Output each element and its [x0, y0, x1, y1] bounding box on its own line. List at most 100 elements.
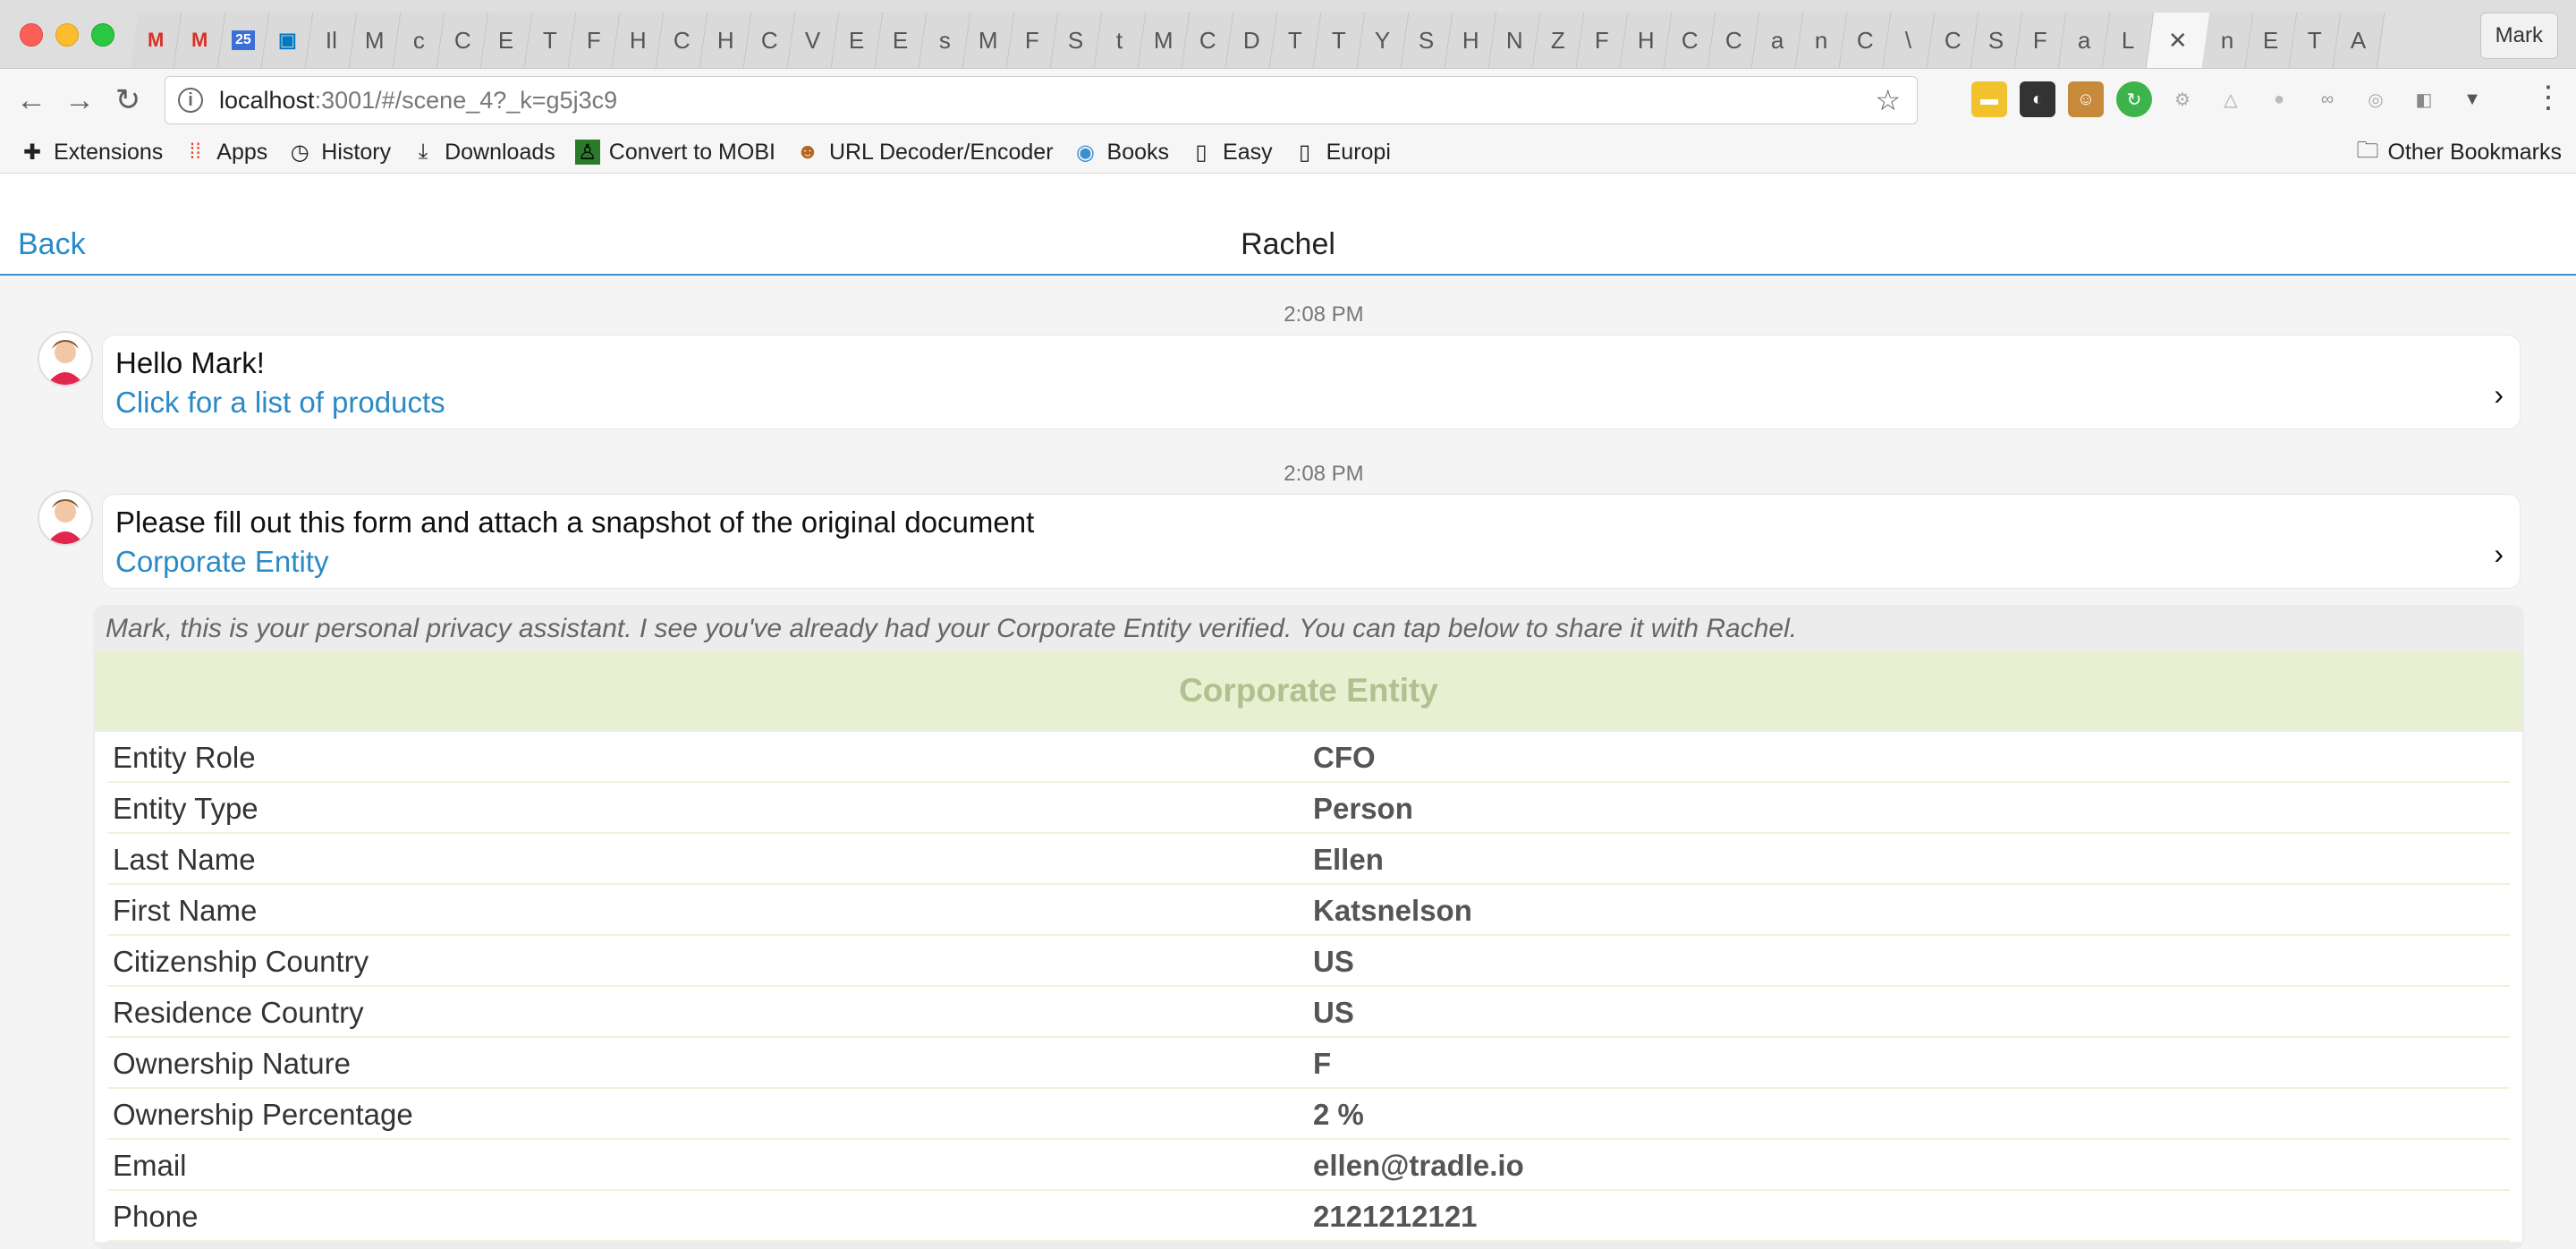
- browser-tab[interactable]: H: [1445, 13, 1497, 68]
- browser-tab[interactable]: M: [349, 13, 402, 68]
- browser-tab[interactable]: T: [1269, 13, 1322, 68]
- browser-tab[interactable]: L: [2102, 13, 2155, 68]
- browser-tab[interactable]: s: [919, 13, 971, 68]
- tab-favicon: M: [1154, 26, 1174, 54]
- browser-tab[interactable]: C: [1182, 13, 1234, 68]
- privacy-assistant-text: Mark, this is your personal privacy assi…: [106, 614, 1798, 643]
- browser-tab[interactable]: E: [2245, 13, 2298, 68]
- browser-tab[interactable]: T: [2289, 13, 2342, 68]
- browser-tab[interactable]: ▣: [261, 13, 314, 68]
- bookmark-convert-mobi[interactable]: ♙ Convert to MOBI: [574, 140, 775, 166]
- browser-tab[interactable]: Il: [305, 13, 358, 68]
- zoom-window-button[interactable]: [91, 23, 114, 47]
- pocket-icon[interactable]: ▼: [2454, 81, 2490, 117]
- tab-favicon: F: [1595, 26, 1609, 54]
- browser-menu-icon[interactable]: ⋮: [2533, 80, 2563, 115]
- bookmark-history[interactable]: ◷ History: [287, 140, 391, 166]
- bookmark-downloads[interactable]: ⤓ Downloads: [411, 140, 555, 166]
- tab-favicon: H: [629, 26, 647, 54]
- browser-tab[interactable]: F: [1006, 13, 1059, 68]
- extension-circle-icon[interactable]: ◎: [2358, 81, 2394, 117]
- browser-tab[interactable]: V: [787, 13, 840, 68]
- browser-tab[interactable]: C: [1707, 13, 1760, 68]
- browser-tab[interactable]: F: [1576, 13, 1629, 68]
- browser-tab[interactable]: \: [1883, 13, 1936, 68]
- browser-tab[interactable]: c: [393, 13, 445, 68]
- profile-button[interactable]: Mark: [2479, 13, 2558, 59]
- bookmark-easy[interactable]: ▯ Easy: [1189, 140, 1272, 166]
- close-window-button[interactable]: [20, 23, 43, 47]
- browser-tab[interactable]: M: [962, 13, 1015, 68]
- message-bubble[interactable]: Hello Mark! Click for a list of products…: [102, 335, 2521, 429]
- url-host: localhost: [219, 86, 315, 114]
- message-bubble[interactable]: Please fill out this form and attach a s…: [102, 494, 2521, 589]
- active-tab[interactable]: ✕: [2146, 13, 2210, 68]
- browser-tab[interactable]: Z: [1532, 13, 1585, 68]
- browser-tab[interactable]: C: [1839, 13, 1892, 68]
- browser-tab[interactable]: S: [1050, 13, 1103, 68]
- bookmark-books[interactable]: ◉ Books: [1073, 140, 1169, 166]
- browser-tab[interactable]: 25: [217, 13, 270, 68]
- minimize-window-button[interactable]: [55, 23, 79, 47]
- browser-tab[interactable]: H: [699, 13, 752, 68]
- shared-form-card[interactable]: Mark, this is your personal privacy assi…: [93, 605, 2524, 1249]
- tab-favicon: a: [1770, 26, 1784, 54]
- avatar: [38, 331, 93, 387]
- browser-tab[interactable]: n: [1795, 13, 1848, 68]
- products-link[interactable]: Click for a list of products: [115, 386, 445, 420]
- browser-tab[interactable]: C: [656, 13, 708, 68]
- browser-tab[interactable]: a: [2058, 13, 2111, 68]
- back-arrow-icon[interactable]: ←: [11, 80, 52, 121]
- extension-glasses-icon[interactable]: ◐: [2020, 81, 2055, 117]
- browser-tab[interactable]: Y: [1357, 13, 1410, 68]
- info-icon[interactable]: i: [178, 88, 203, 113]
- browser-tab[interactable]: H: [1620, 13, 1673, 68]
- browser-tab[interactable]: M: [174, 13, 226, 68]
- bookmark-extensions[interactable]: ✚ Extensions: [20, 140, 163, 166]
- browser-tab[interactable]: F: [568, 13, 621, 68]
- browser-tab[interactable]: E: [831, 13, 884, 68]
- bookmark-url-decoder[interactable]: ☻ URL Decoder/Encoder: [795, 140, 1053, 166]
- corporate-entity-link[interactable]: Corporate Entity: [115, 545, 328, 579]
- browser-tab[interactable]: M: [130, 13, 182, 68]
- other-bookmarks[interactable]: 🗀 Other Bookmarks: [2356, 132, 2562, 173]
- browser-tab[interactable]: E: [875, 13, 928, 68]
- browser-tab[interactable]: D: [1225, 13, 1278, 68]
- bookmark-star-icon[interactable]: ☆: [1875, 83, 1901, 117]
- browser-tab[interactable]: T: [524, 13, 577, 68]
- browser-tab[interactable]: T: [1313, 13, 1366, 68]
- address-bar[interactable]: i localhost:3001/#/scene_4?_k=g5j3c9 ☆: [165, 76, 1918, 124]
- extension-drive-icon[interactable]: △: [2213, 81, 2249, 117]
- tab-favicon: a: [2077, 26, 2091, 54]
- browser-tab[interactable]: C: [1664, 13, 1716, 68]
- message-timestamp: 2:08 PM: [1284, 462, 1364, 486]
- browser-tab[interactable]: C: [743, 13, 796, 68]
- extension-notes-icon[interactable]: ▬: [1971, 81, 2007, 117]
- bookmark-apps[interactable]: ⁞⁞ Apps: [182, 140, 268, 166]
- browser-tab[interactable]: N: [1488, 13, 1541, 68]
- browser-tab[interactable]: a: [1751, 13, 1804, 68]
- browser-tab[interactable]: F: [2014, 13, 2067, 68]
- browser-tab[interactable]: C: [436, 13, 489, 68]
- browser-tab[interactable]: S: [1970, 13, 2023, 68]
- form-row: Ownership Nature F: [107, 1038, 2510, 1089]
- browser-tab[interactable]: n: [2201, 13, 2254, 68]
- bookmark-europi[interactable]: ▯ Europi: [1292, 140, 1391, 166]
- extension-square-icon[interactable]: ◧: [2406, 81, 2442, 117]
- browser-tab[interactable]: M: [1138, 13, 1191, 68]
- extension-grid-icon[interactable]: ⚙: [2165, 81, 2200, 117]
- browser-tab[interactable]: C: [1927, 13, 1979, 68]
- browser-tab[interactable]: S: [1401, 13, 1453, 68]
- browser-tab[interactable]: H: [612, 13, 665, 68]
- tab-close-icon[interactable]: ✕: [2168, 27, 2188, 55]
- forward-arrow-icon[interactable]: →: [59, 80, 100, 121]
- browser-tab[interactable]: E: [480, 13, 533, 68]
- browser-tab[interactable]: A: [2333, 13, 2385, 68]
- extension-link-icon[interactable]: ∞: [2309, 81, 2345, 117]
- extension-face-icon[interactable]: ☺: [2068, 81, 2104, 117]
- extension-refresh-icon[interactable]: ↻: [2116, 81, 2152, 117]
- browser-tab[interactable]: t: [1094, 13, 1147, 68]
- reload-icon[interactable]: ↻: [107, 80, 148, 121]
- url-text[interactable]: localhost:3001/#/scene_4?_k=g5j3c9: [219, 87, 617, 115]
- extension-bulb-icon[interactable]: ●: [2261, 81, 2297, 117]
